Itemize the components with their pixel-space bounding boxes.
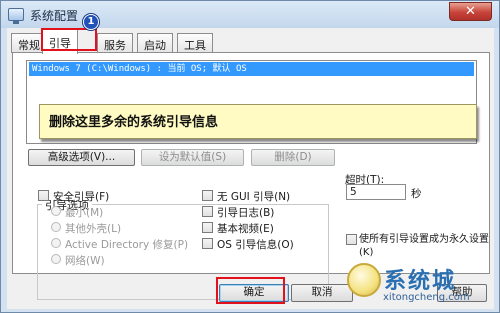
no-gui-boot-label: 无 GUI 引导(N) bbox=[217, 191, 291, 203]
timeout-input[interactable]: 5 bbox=[346, 184, 406, 200]
tab-services[interactable]: 服务 bbox=[97, 33, 133, 53]
watermark-logo-icon bbox=[347, 263, 381, 297]
minimal-radio[interactable] bbox=[51, 206, 61, 216]
watermark-brand: 系统城 bbox=[384, 269, 457, 294]
alternate-shell-radio[interactable] bbox=[51, 222, 61, 232]
tab-highlight-box bbox=[41, 28, 97, 51]
make-permanent-checkbox[interactable] bbox=[346, 234, 357, 245]
active-directory-radio[interactable] bbox=[51, 238, 61, 248]
step-badge: 1 bbox=[83, 14, 99, 30]
safe-boot-label: 安全引导(F) bbox=[53, 191, 110, 203]
boot-log-checkbox[interactable] bbox=[202, 206, 213, 217]
timeout-unit: 秒 bbox=[411, 188, 422, 200]
safe-boot-checkbox[interactable] bbox=[38, 190, 49, 201]
active-directory-label: Active Directory 修复(P) bbox=[65, 239, 189, 251]
advanced-options-button[interactable]: 高级选项(V)... bbox=[28, 149, 135, 166]
title-bar[interactable]: 系统配置 ✕ bbox=[1, 1, 499, 28]
close-button[interactable]: ✕ bbox=[449, 2, 492, 21]
delete-button[interactable]: 删除(D) bbox=[251, 149, 335, 166]
tab-tools[interactable]: 工具 bbox=[177, 33, 213, 53]
set-default-button[interactable]: 设为默认值(S) bbox=[141, 149, 244, 166]
tab-startup[interactable]: 启动 bbox=[137, 33, 173, 53]
ok-highlight-box bbox=[216, 277, 285, 304]
monitor-icon bbox=[8, 8, 24, 24]
network-radio[interactable] bbox=[51, 254, 61, 264]
boot-log-label: 引导日志(B) bbox=[217, 207, 275, 219]
os-boot-info-label: OS 引导信息(O) bbox=[217, 239, 294, 251]
os-boot-info-checkbox[interactable] bbox=[202, 238, 213, 249]
base-video-label: 基本视频(E) bbox=[217, 223, 274, 235]
cancel-button[interactable]: 取消 bbox=[291, 284, 353, 302]
watermark-url: xitongcheng.com bbox=[383, 292, 470, 303]
os-list-item[interactable]: Windows 7 (C:\Windows) : 当前 OS; 默认 OS bbox=[29, 62, 474, 76]
alternate-shell-label: 其他外壳(L) bbox=[65, 223, 122, 235]
network-label: 网络(W) bbox=[65, 255, 105, 267]
annotation-callout: 删除这里多余的系统引导信息 bbox=[39, 104, 477, 139]
base-video-checkbox[interactable] bbox=[202, 222, 213, 233]
make-permanent-label: 使所有引导设置成为永久设置(K) bbox=[359, 234, 489, 258]
system-config-window: 系统配置 ✕ 常规 引导 服务 启动 工具 Windows 7 (C:\Wind… bbox=[0, 0, 500, 313]
no-gui-boot-checkbox[interactable] bbox=[202, 190, 213, 201]
minimal-label: 最小(M) bbox=[65, 207, 104, 219]
window-title: 系统配置 bbox=[30, 9, 79, 23]
